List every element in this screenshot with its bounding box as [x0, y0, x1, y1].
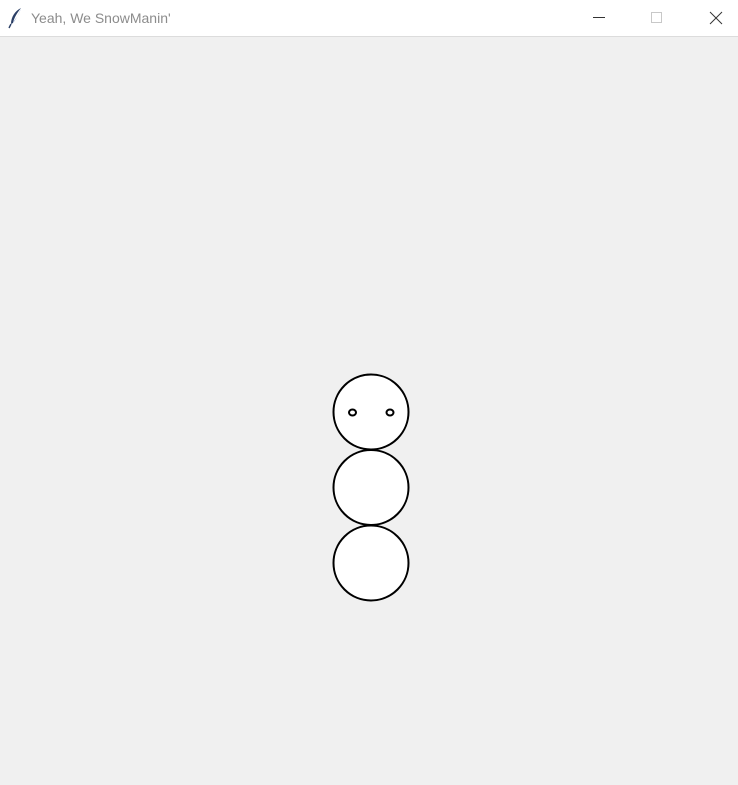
snowman-body [332, 449, 410, 526]
maximize-button[interactable] [634, 0, 680, 36]
close-button[interactable] [692, 0, 738, 36]
maximize-icon [651, 12, 662, 23]
app-window: Yeah, We SnowManin' [0, 0, 738, 785]
title-bar[interactable]: Yeah, We SnowManin' [0, 0, 738, 37]
feather-icon [8, 7, 24, 29]
snowman-left-eye [348, 408, 357, 417]
snowman-drawing [332, 373, 410, 602]
window-title: Yeah, We SnowManin' [31, 10, 171, 26]
minimize-button[interactable] [576, 0, 622, 36]
drawing-canvas[interactable] [0, 37, 738, 785]
minimize-icon [593, 17, 605, 18]
close-icon [709, 11, 723, 25]
snowman-right-eye [385, 408, 395, 417]
snowman-base [332, 524, 410, 602]
snowman-head [332, 373, 410, 451]
